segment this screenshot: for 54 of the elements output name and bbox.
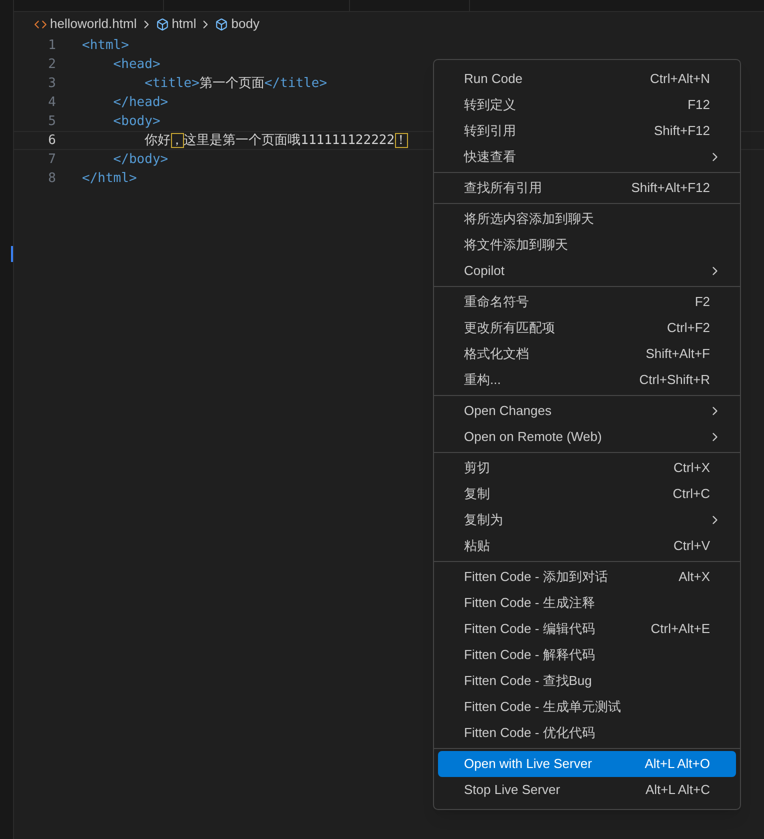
- code-tag: <html>: [82, 38, 129, 53]
- menu-item[interactable]: 重构... Ctrl+Shift+R: [438, 367, 736, 393]
- menu-item[interactable]: Open with Live Server Alt+L Alt+O: [438, 751, 736, 777]
- menu-item[interactable]: 格式化文档 Shift+Alt+F: [438, 341, 736, 367]
- menu-item[interactable]: 将文件添加到聊天: [438, 232, 736, 258]
- menu-item[interactable]: Fitten Code - 查找Bug: [438, 668, 736, 694]
- code-tag: </title>: [264, 76, 328, 91]
- menu-item[interactable]: Fitten Code - 生成注释: [438, 590, 736, 616]
- breadcrumb-item[interactable]: body: [231, 14, 260, 34]
- code-tag: </head>: [82, 95, 168, 110]
- menu-item[interactable]: 快速查看: [438, 144, 736, 170]
- menu-item[interactable]: Fitten Code - 编辑代码 Ctrl+Alt+E: [438, 616, 736, 642]
- menu-item[interactable]: Fitten Code - 优化代码: [438, 720, 736, 746]
- line-number: 3: [47, 76, 56, 91]
- menu-item[interactable]: Run Code Ctrl+Alt+N: [438, 66, 736, 92]
- code-tag: <title>: [82, 76, 200, 91]
- menu-item[interactable]: Copilot: [438, 258, 736, 284]
- menu-item[interactable]: 复制为: [438, 507, 736, 533]
- line-number: 5: [47, 114, 56, 129]
- menu-item[interactable]: 将所选内容添加到聊天: [438, 206, 736, 232]
- line-number: 2: [47, 57, 56, 72]
- menu-item[interactable]: Fitten Code - 解释代码: [438, 642, 736, 668]
- menu-item[interactable]: Fitten Code - 生成单元测试: [438, 694, 736, 720]
- menu-item[interactable]: 转到引用 Shift+F12: [438, 118, 736, 144]
- cube-icon: [215, 18, 228, 30]
- menu-item[interactable]: 粘贴 Ctrl+V: [438, 533, 736, 559]
- menu-item[interactable]: 查找所有引用 Shift+Alt+F12: [438, 175, 736, 201]
- menu-item[interactable]: 更改所有匹配项 Ctrl+F2: [438, 315, 736, 341]
- code-text: 第一个页面: [199, 76, 264, 91]
- breadcrumb-item[interactable]: html: [172, 14, 196, 34]
- menu-item[interactable]: Open on Remote (Web): [438, 424, 736, 450]
- menu-item[interactable]: 转到定义 F12: [438, 92, 736, 118]
- active-indicator: [11, 246, 13, 262]
- code-tag: <head>: [82, 57, 160, 72]
- line-number: 1: [47, 38, 56, 53]
- code-tag: </html>: [82, 171, 137, 186]
- breadcrumb-item[interactable]: helloworld.html: [50, 14, 137, 34]
- menu-item[interactable]: Open Changes: [438, 398, 736, 424]
- menu-item[interactable]: 剪切 Ctrl+X: [438, 455, 736, 481]
- line-number: 8: [47, 171, 56, 186]
- menu-item[interactable]: 复制 Ctrl+C: [438, 481, 736, 507]
- code-tag: </body>: [82, 152, 168, 167]
- menu-item[interactable]: 重命名符号 F2: [438, 289, 736, 315]
- code-text: 你好: [144, 133, 171, 148]
- code-icon: [34, 18, 47, 30]
- cube-icon: [156, 18, 169, 30]
- bracket-match: ，: [170, 133, 184, 148]
- line-number: 4: [47, 95, 56, 110]
- line-number: 7: [47, 152, 56, 167]
- line-number: 6: [47, 133, 56, 148]
- menu-item[interactable]: Fitten Code - 添加到对话 Alt+X: [438, 564, 736, 590]
- bracket-match: ！: [394, 133, 408, 148]
- menu-item[interactable]: Stop Live Server Alt+L Alt+C: [438, 777, 736, 803]
- code-tag: <body>: [82, 114, 160, 129]
